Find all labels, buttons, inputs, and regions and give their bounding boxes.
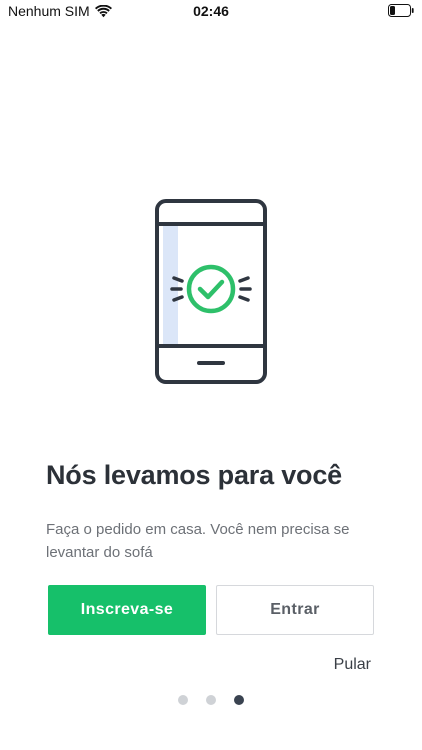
- status-bar: Nenhum SIM 02:46: [0, 0, 422, 26]
- onboarding-description: Faça o pedido em casa. Você nem precisa …: [46, 521, 350, 561]
- login-button[interactable]: Entrar: [216, 585, 374, 635]
- skip-link[interactable]: Pular: [334, 656, 371, 674]
- phone-check-icon: [155, 199, 267, 384]
- clock: 02:46: [193, 3, 229, 19]
- page-dot-1[interactable]: [178, 695, 188, 705]
- page-indicator: [0, 695, 422, 705]
- page-dot-2[interactable]: [206, 695, 216, 705]
- page-dot-3-active[interactable]: [234, 695, 244, 705]
- signup-button[interactable]: Inscreva-se: [48, 585, 206, 635]
- onboarding-title: Nós levamos para você: [46, 460, 342, 490]
- battery-icon: [388, 4, 414, 17]
